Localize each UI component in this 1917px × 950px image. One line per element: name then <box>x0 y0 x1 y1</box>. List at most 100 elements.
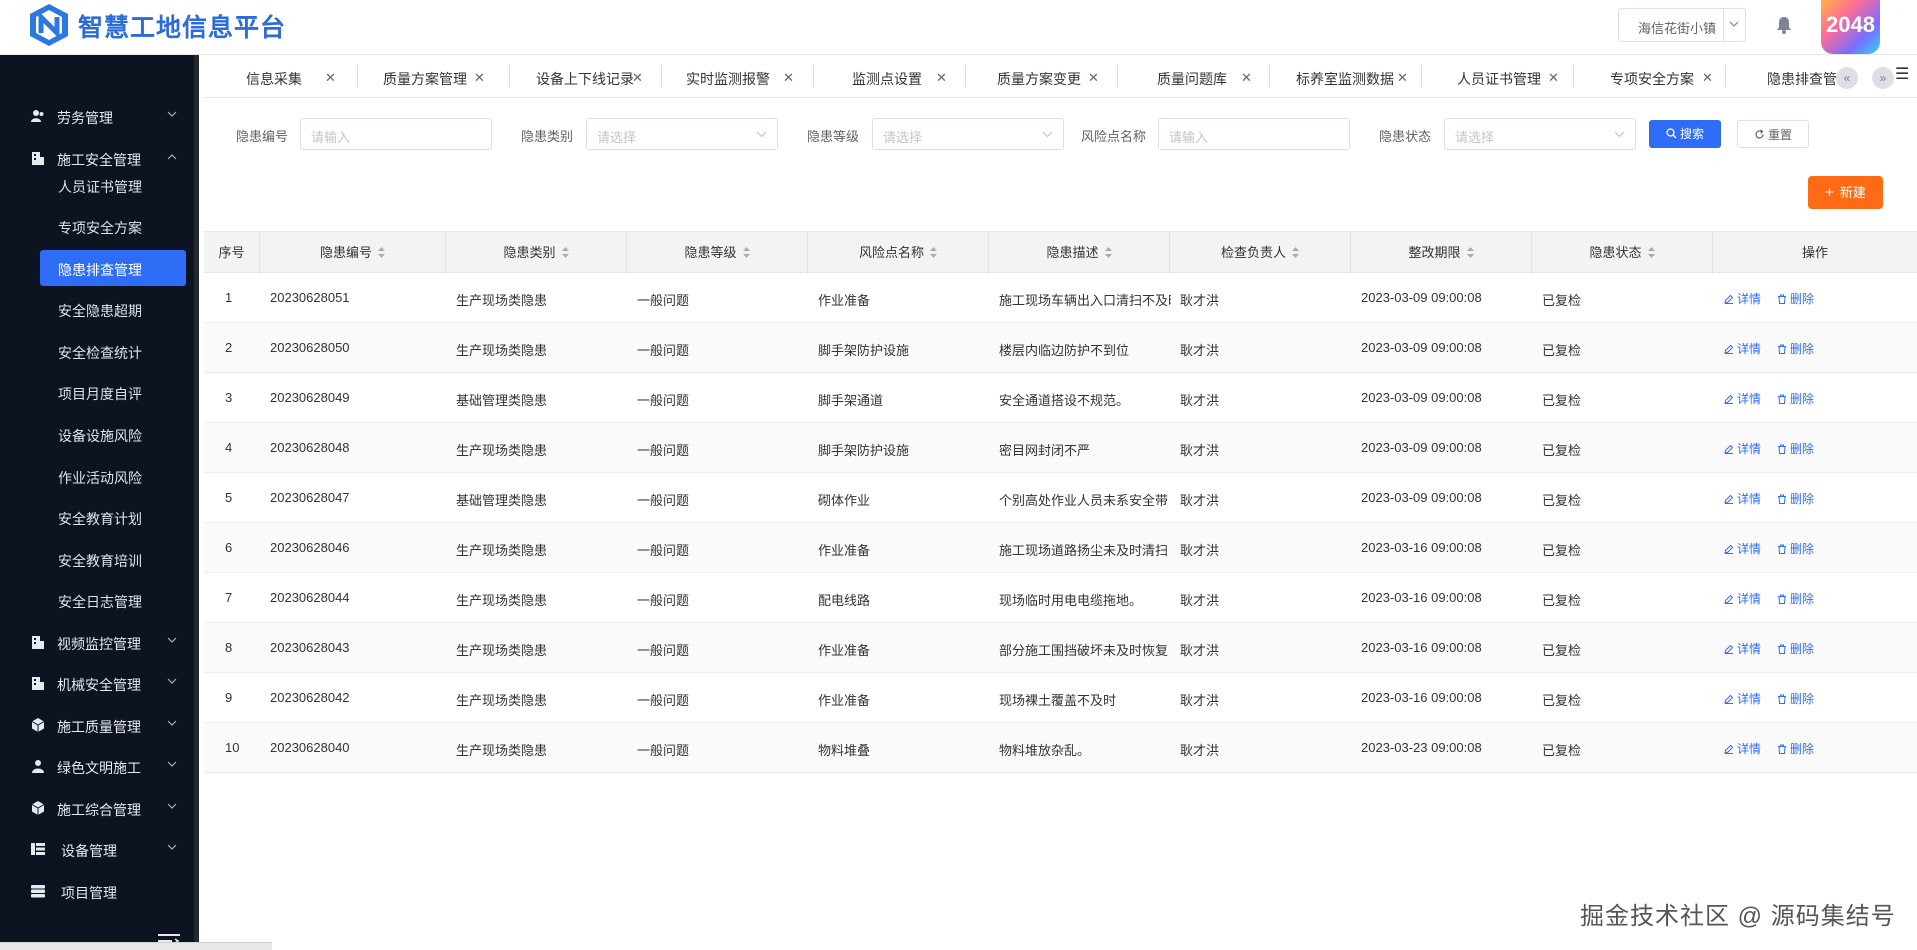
close-icon[interactable]: ✕ <box>325 70 336 86</box>
col-code[interactable]: 隐患编号 <box>260 232 446 274</box>
tab-curing-room[interactable]: 标养室监测数据 ✕ <box>1269 55 1421 97</box>
add-button[interactable]: + 新建 <box>1808 176 1883 209</box>
col-type[interactable]: 隐患类别 <box>446 232 627 274</box>
col-desc[interactable]: 隐患描述 <box>989 232 1170 274</box>
tab-quality-issues[interactable]: 质量问题库 ✕ <box>1117 55 1269 97</box>
sidebar-group-green[interactable]: 绿色文明施工 <box>0 749 194 783</box>
close-icon[interactable]: ✕ <box>936 70 947 86</box>
edit-icon <box>1724 394 1734 404</box>
col-owner[interactable]: 检查负责人 <box>1170 232 1351 274</box>
sort-icon[interactable] <box>378 247 385 259</box>
list-icon <box>31 843 45 855</box>
delete-button[interactable]: 删除 <box>1777 690 1814 707</box>
cell-status: 已复检 <box>1542 393 1582 408</box>
sidebar-group-integrated[interactable]: 施工综合管理 <box>0 791 194 825</box>
sort-icon[interactable] <box>1647 247 1655 259</box>
sidebar-group-quality[interactable]: 施工质量管理 <box>0 708 194 742</box>
col-deadline[interactable]: 整改期限 <box>1351 232 1532 274</box>
delete-button[interactable]: 删除 <box>1777 540 1814 557</box>
sort-icon[interactable] <box>561 247 569 259</box>
tab-monitor-point[interactable]: 监测点设置 ✕ <box>813 55 965 97</box>
chevron-down-icon <box>1729 21 1739 27</box>
cell-type: 基础管理类隐患 <box>456 493 548 508</box>
close-icon[interactable]: ✕ <box>474 70 485 86</box>
sidebar-item-inspection-stats[interactable]: 安全检查统计 <box>40 333 186 369</box>
col-risk[interactable]: 风险点名称 <box>808 232 989 274</box>
tab-cert[interactable]: 人员证书管理 ✕ <box>1421 55 1573 97</box>
tab-scroll-right-icon[interactable]: » <box>1872 67 1894 89</box>
delete-button[interactable]: 删除 <box>1777 640 1814 657</box>
delete-button[interactable]: 删除 <box>1777 740 1814 757</box>
filter-status-select[interactable]: 请选择 <box>1444 118 1636 150</box>
close-icon[interactable]: ✕ <box>1088 70 1099 86</box>
cell-risk: 作业准备 <box>818 693 871 708</box>
sidebar-item-safety-log[interactable]: 安全日志管理 <box>40 582 186 618</box>
sidebar-item-cert[interactable]: 人员证书管理 <box>40 167 186 203</box>
cell-deadline: 2023-03-09 09:00:08 <box>1361 440 1482 455</box>
detail-button[interactable]: 详情 <box>1724 290 1761 307</box>
delete-button[interactable]: 删除 <box>1777 390 1814 407</box>
close-icon[interactable]: ✕ <box>1397 70 1408 86</box>
sidebar-group-device[interactable]: 设备管理 <box>0 832 194 866</box>
detail-button[interactable]: 详情 <box>1724 540 1761 557</box>
sidebar-item-equipment-risk[interactable]: 设备设施风险 <box>40 416 186 452</box>
tab-quality-plan[interactable]: 质量方案管理 ✕ <box>357 55 509 97</box>
chevron-down-icon <box>167 111 177 117</box>
sidebar-item-edu-plan[interactable]: 安全教育计划 <box>40 499 186 535</box>
detail-button[interactable]: 详情 <box>1724 340 1761 357</box>
detail-button[interactable]: 详情 <box>1724 690 1761 707</box>
filter-level-select[interactable]: 请选择 <box>872 118 1064 150</box>
col-status[interactable]: 隐患状态 <box>1532 232 1713 274</box>
sidebar-group-labor[interactable]: 劳务管理 <box>0 99 194 133</box>
sort-icon[interactable] <box>1466 247 1474 259</box>
delete-button[interactable]: 删除 <box>1777 290 1814 307</box>
tab-quality-change[interactable]: 质量方案变更 ✕ <box>965 55 1117 97</box>
sidebar-group-project[interactable]: 项目管理 <box>0 874 194 908</box>
sort-icon[interactable] <box>742 247 750 259</box>
tab-hazard-check[interactable]: 隐患排查管 <box>1725 55 1845 97</box>
site-select[interactable]: 海信花街小镇 <box>1618 8 1746 42</box>
close-icon[interactable]: ✕ <box>1548 70 1559 86</box>
bell-icon[interactable] <box>1775 15 1793 35</box>
filter-type-select[interactable]: 请选择 <box>586 118 778 150</box>
detail-button[interactable]: 详情 <box>1724 640 1761 657</box>
sort-icon[interactable] <box>1104 247 1112 259</box>
delete-button[interactable]: 删除 <box>1777 590 1814 607</box>
detail-button[interactable]: 详情 <box>1724 590 1761 607</box>
detail-button[interactable]: 详情 <box>1724 740 1761 757</box>
delete-button[interactable]: 删除 <box>1777 440 1814 457</box>
close-icon[interactable]: ✕ <box>632 70 643 86</box>
filter-risk-input[interactable]: 请输入 <box>1158 118 1350 150</box>
sort-icon[interactable] <box>1292 247 1299 259</box>
edit-icon <box>1724 594 1734 604</box>
sidebar-group-video[interactable]: 视频监控管理 <box>0 625 194 659</box>
tab-scroll-left-icon[interactable]: « <box>1836 67 1858 89</box>
sort-icon[interactable] <box>930 247 937 259</box>
tab-realtime-alarm[interactable]: 实时监测报警 ✕ <box>661 55 813 97</box>
sidebar-item-hazard-overdue[interactable]: 安全隐患超期 <box>40 291 186 327</box>
sidebar-item-monthly-eval[interactable]: 项目月度自评 <box>40 374 186 410</box>
close-icon[interactable]: ✕ <box>1241 70 1252 86</box>
sidebar-group-machinery[interactable]: 机械安全管理 <box>0 666 194 700</box>
app-badge[interactable]: 2048 <box>1821 0 1880 54</box>
detail-button[interactable]: 详情 <box>1724 490 1761 507</box>
search-button[interactable]: 搜索 <box>1649 120 1721 148</box>
delete-button[interactable]: 删除 <box>1777 340 1814 357</box>
close-icon[interactable]: ✕ <box>1702 70 1713 86</box>
delete-button[interactable]: 删除 <box>1777 490 1814 507</box>
reset-button[interactable]: 重置 <box>1737 120 1809 148</box>
tab-menu-icon[interactable]: ☰ <box>1895 64 1909 84</box>
col-level[interactable]: 隐患等级 <box>627 232 808 274</box>
close-icon[interactable]: ✕ <box>783 70 794 86</box>
cell-deadline: 2023-03-16 09:00:08 <box>1361 540 1482 555</box>
detail-button[interactable]: 详情 <box>1724 440 1761 457</box>
sidebar-item-special-plan[interactable]: 专项安全方案 <box>40 208 186 244</box>
sidebar-item-hazard-check[interactable]: 隐患排查管理 <box>40 250 186 286</box>
tab-device-online[interactable]: 设备上下线记录 ✕ <box>509 55 661 97</box>
sidebar-item-edu-training[interactable]: 安全教育培训 <box>40 541 186 577</box>
tab-special-plan[interactable]: 专项安全方案 ✕ <box>1573 55 1725 97</box>
tab-info-collect[interactable]: 信息采集 ✕ <box>204 55 357 97</box>
detail-button[interactable]: 详情 <box>1724 390 1761 407</box>
filter-code-input[interactable]: 请输入 <box>300 118 492 150</box>
sidebar-item-activity-risk[interactable]: 作业活动风险 <box>40 458 186 494</box>
